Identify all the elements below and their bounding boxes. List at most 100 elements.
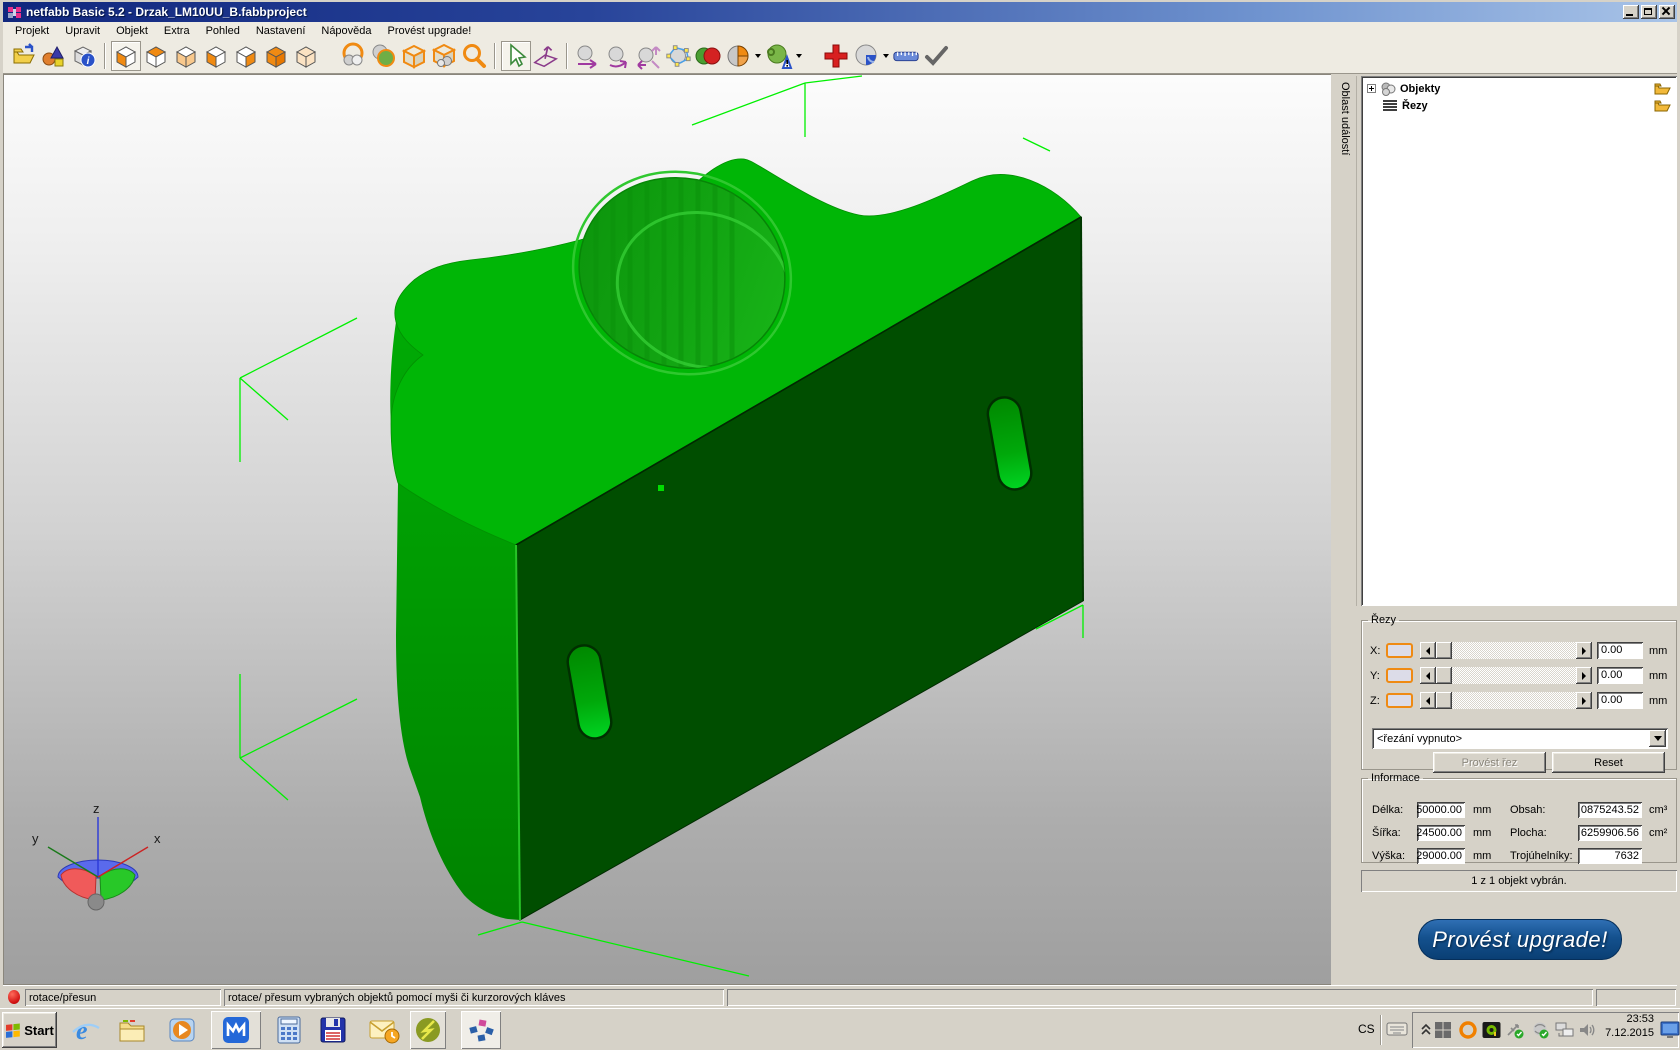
- cut-slider-x[interactable]: [1420, 642, 1592, 659]
- close-button[interactable]: [1659, 5, 1675, 19]
- taskbar-maxthon-window[interactable]: [211, 1011, 261, 1049]
- dropdown-arrow-icon[interactable]: [1649, 730, 1666, 747]
- view-iso-button[interactable]: [111, 41, 141, 71]
- cut-value-field[interactable]: 0.00: [1597, 667, 1643, 684]
- view-front-button[interactable]: [261, 41, 291, 71]
- rotate-part-button[interactable]: [603, 41, 633, 71]
- triangles-field[interactable]: 7632: [1578, 848, 1642, 864]
- cut-color-swatch[interactable]: [1386, 643, 1413, 658]
- slider-left-arrow[interactable]: [1420, 667, 1436, 684]
- events-area-tab[interactable]: Oblast událostí: [1333, 76, 1357, 606]
- slider-thumb[interactable]: [1436, 642, 1452, 659]
- upgrade-button[interactable]: Provést upgrade!: [1418, 919, 1622, 960]
- execute-cut-button[interactable]: Provést řez: [1433, 752, 1546, 773]
- height-field[interactable]: 29000.00: [1417, 848, 1465, 864]
- cut-value-field[interactable]: 0.00: [1597, 642, 1643, 659]
- cut-value-field[interactable]: 0.00: [1597, 692, 1643, 709]
- dropdown-caret-icon[interactable]: [796, 54, 802, 58]
- slider-left-arrow[interactable]: [1420, 642, 1436, 659]
- start-button[interactable]: Start: [2, 1012, 57, 1048]
- cut-slider-y[interactable]: [1420, 667, 1592, 684]
- menu-provest-upgrade[interactable]: Provést upgrade!: [380, 23, 480, 39]
- add-part-button[interactable]: [39, 41, 69, 71]
- avira-tray-icon[interactable]: [1459, 1021, 1477, 1039]
- keyboard-icon[interactable]: [1386, 1021, 1408, 1037]
- taskbar-netfabb-window[interactable]: [461, 1011, 501, 1049]
- tray-chevron-icon[interactable]: [1420, 1021, 1432, 1037]
- slider-thumb[interactable]: [1436, 667, 1452, 684]
- slider-right-arrow[interactable]: [1576, 642, 1592, 659]
- measure-button[interactable]: [891, 41, 921, 71]
- volume-field[interactable]: 0875243.52: [1578, 802, 1642, 818]
- open-project-button[interactable]: [9, 41, 39, 71]
- maximize-button[interactable]: [1641, 5, 1657, 19]
- zoom-button[interactable]: [459, 41, 489, 71]
- slider-right-arrow[interactable]: [1576, 667, 1592, 684]
- taskbar-save-button[interactable]: [317, 1014, 349, 1046]
- slider-right-arrow[interactable]: [1576, 692, 1592, 709]
- view-bottom-button[interactable]: [171, 41, 201, 71]
- language-indicator[interactable]: CS: [1358, 1022, 1375, 1036]
- length-field[interactable]: 50000.00: [1417, 802, 1465, 818]
- taskbar-mediaplayer-button[interactable]: [166, 1014, 198, 1046]
- windows-tray-icon[interactable]: [1434, 1021, 1452, 1039]
- part-info-button[interactable]: i: [69, 41, 99, 71]
- boolean-button[interactable]: [693, 41, 723, 71]
- menu-projekt[interactable]: Projekt: [7, 23, 57, 39]
- tree-expander-icon[interactable]: [1367, 84, 1376, 93]
- nvidia-tray-icon[interactable]: [1482, 1021, 1501, 1039]
- tree-item-rezy[interactable]: Řezy: [1365, 97, 1673, 114]
- scale-part-button[interactable]: [633, 41, 663, 71]
- sync-tray-icon[interactable]: [1531, 1021, 1550, 1039]
- smooth-part-button[interactable]: [851, 41, 891, 71]
- cut-color-swatch[interactable]: [1386, 693, 1413, 708]
- add-triangles-button[interactable]: [821, 41, 851, 71]
- volume-tray-icon[interactable]: [1578, 1021, 1596, 1039]
- taskbar-greens-window[interactable]: [410, 1011, 446, 1049]
- bounding-box-button[interactable]: [399, 41, 429, 71]
- width-field[interactable]: 24500.00: [1417, 825, 1465, 841]
- folder-open-icon[interactable]: [1654, 82, 1671, 95]
- move-part-button[interactable]: [573, 41, 603, 71]
- folder-open-icon[interactable]: [1654, 99, 1671, 112]
- repair-part-button[interactable]: [763, 41, 803, 71]
- network-tray-icon[interactable]: [1555, 1021, 1575, 1039]
- menu-pohled[interactable]: Pohled: [198, 23, 248, 39]
- minimize-button[interactable]: [1623, 5, 1639, 19]
- usb-eject-tray-icon[interactable]: [1505, 1021, 1525, 1039]
- dropdown-caret-icon[interactable]: [883, 54, 889, 58]
- taskbar-explorer-button[interactable]: [117, 1014, 149, 1046]
- menu-objekt[interactable]: Objekt: [108, 23, 156, 39]
- viewport-3d[interactable]: z y x: [3, 74, 1331, 985]
- cut-part-button[interactable]: [723, 41, 763, 71]
- validate-button[interactable]: [921, 41, 951, 71]
- select-cursor-button[interactable]: [501, 41, 531, 71]
- slider-left-arrow[interactable]: [1420, 692, 1436, 709]
- menu-upravit[interactable]: Upravit: [57, 23, 108, 39]
- tray-clock[interactable]: 23:53 7.12.2015: [1598, 1012, 1654, 1040]
- plane-tool-button[interactable]: [531, 41, 561, 71]
- menu-nastaveni[interactable]: Nastavení: [248, 23, 314, 39]
- area-field[interactable]: 6259906.56: [1578, 825, 1642, 841]
- show-all-parts-button[interactable]: [339, 41, 369, 71]
- show-selected-part-button[interactable]: [369, 41, 399, 71]
- reset-button[interactable]: Reset: [1552, 752, 1665, 773]
- show-desktop-icon[interactable]: [1660, 1020, 1680, 1039]
- model-bracket[interactable]: [390, 141, 1083, 920]
- taskbar-calculator-button[interactable]: [273, 1014, 305, 1046]
- view-left-button[interactable]: [201, 41, 231, 71]
- view-right-button[interactable]: [231, 41, 261, 71]
- view-top-button[interactable]: [141, 41, 171, 71]
- taskbar-ie-button[interactable]: e: [70, 1014, 102, 1046]
- slider-thumb[interactable]: [1436, 692, 1452, 709]
- menu-napoveda[interactable]: Nápověda: [313, 23, 379, 39]
- menu-extra[interactable]: Extra: [156, 23, 198, 39]
- title-bar[interactable]: netfabb Basic 5.2 - Drzak_LM10UU_B.fabbp…: [3, 2, 1677, 22]
- cut-color-swatch[interactable]: [1386, 668, 1413, 683]
- dropdown-caret-icon[interactable]: [755, 54, 761, 58]
- platform-button[interactable]: [429, 41, 459, 71]
- cut-mode-select[interactable]: <řezání vypnuto>: [1372, 728, 1668, 749]
- tree-item-objekty[interactable]: Objekty: [1365, 80, 1673, 97]
- cut-slider-z[interactable]: [1420, 692, 1592, 709]
- convex-hull-button[interactable]: [663, 41, 693, 71]
